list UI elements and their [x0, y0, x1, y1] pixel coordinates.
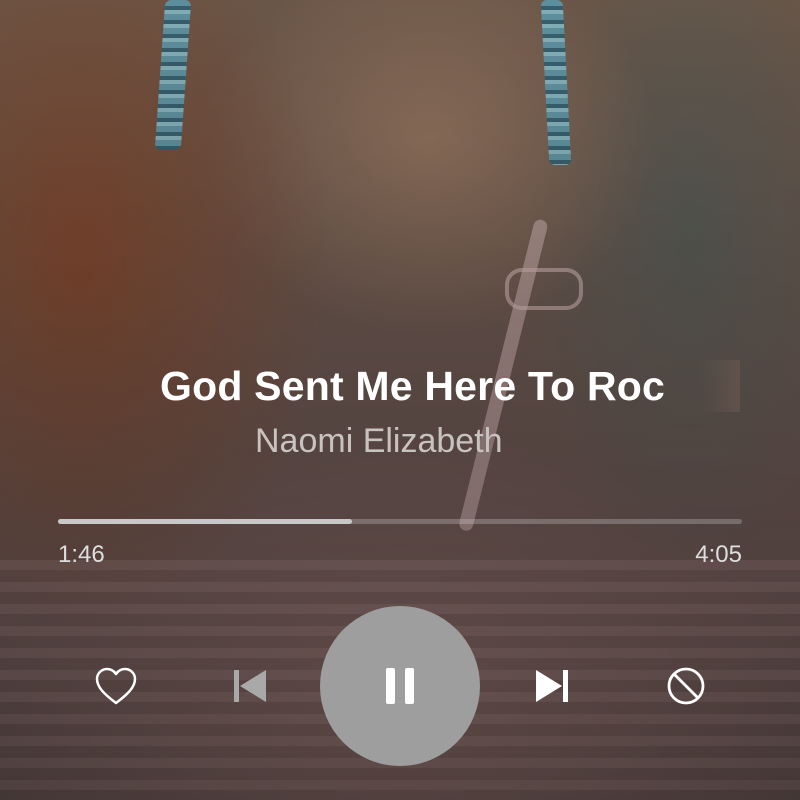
now-playing-screen: God Sent Me Here To Roc Naomi Elizabeth …: [0, 0, 800, 800]
skip-next-icon: [536, 670, 568, 702]
next-button[interactable]: [528, 662, 576, 710]
skip-previous-icon: [234, 670, 266, 702]
block-icon: [667, 667, 705, 705]
total-time: 4:05: [695, 541, 742, 568]
track-title: God Sent Me Here To Roc: [160, 360, 740, 412]
progress-bar[interactable]: [58, 519, 742, 524]
pause-button[interactable]: [320, 606, 480, 766]
heart-outline-icon: [95, 667, 137, 705]
track-artist[interactable]: Naomi Elizabeth: [255, 418, 503, 464]
like-button[interactable]: [92, 662, 140, 710]
pause-icon: [386, 668, 414, 704]
progress-fill: [58, 519, 353, 524]
block-button[interactable]: [662, 662, 710, 710]
previous-button[interactable]: [226, 662, 274, 710]
current-time: 1:46: [58, 541, 105, 568]
